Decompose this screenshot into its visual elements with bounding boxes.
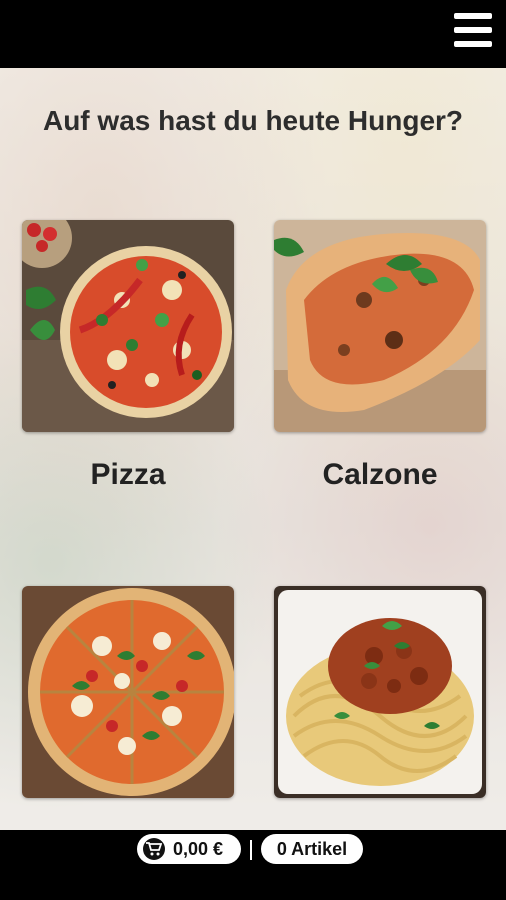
cart-item-count[interactable]: 0 Artikel — [261, 834, 363, 864]
cart-total-button[interactable]: 0,00 € — [137, 834, 241, 864]
category-tile-sliced-pizza[interactable] — [22, 586, 234, 798]
category-label-pizza[interactable]: Pizza — [22, 458, 234, 492]
spaghetti-bolognese-photo — [274, 586, 486, 798]
category-overview: Auf was hast du heute Hunger? Pizza Calz… — [0, 68, 506, 830]
category-tile-pasta[interactable] — [274, 586, 486, 798]
cart-total-amount: 0,00 € — [173, 839, 224, 859]
top-bar — [0, 0, 506, 68]
sliced-pizza-photo — [22, 586, 234, 798]
shopping-cart-icon — [143, 838, 165, 860]
hamburger-menu-icon[interactable] — [454, 13, 492, 47]
category-tile-pizza[interactable] — [22, 220, 234, 432]
pizza-photo — [22, 220, 234, 432]
category-label-calzone[interactable]: Calzone — [274, 458, 486, 492]
calzone-photo — [274, 220, 486, 432]
page-title: Auf was hast du heute Hunger? — [42, 105, 464, 136]
bottom-bar: 0,00 € 0 Artikel — [0, 830, 506, 900]
footer-divider — [250, 840, 252, 860]
category-tile-calzone[interactable] — [274, 220, 486, 432]
